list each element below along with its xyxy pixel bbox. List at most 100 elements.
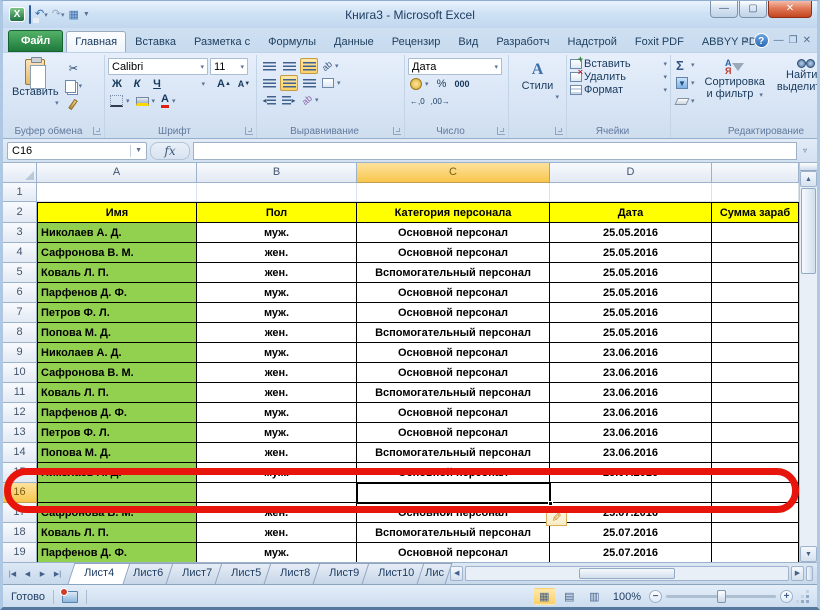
- cell-D12[interactable]: 23.06.2016: [550, 403, 712, 423]
- row-header-10[interactable]: 10: [3, 363, 37, 383]
- cell-C12[interactable]: Основной персонал: [357, 403, 550, 423]
- cell-C5[interactable]: Вспомогательный персонал: [357, 263, 550, 283]
- tab-view[interactable]: Вид: [449, 31, 487, 52]
- cell-B12[interactable]: муж.: [197, 403, 357, 423]
- font-color-button[interactable]: А▾: [159, 93, 177, 109]
- cell-A4[interactable]: Сафронова В. М.: [37, 243, 197, 263]
- select-all-corner[interactable]: [3, 163, 37, 183]
- save-button[interactable]: [29, 6, 31, 24]
- sort-filter-button[interactable]: АЯ Сортировкаи фильтр ▾: [701, 57, 769, 109]
- zoom-in-button[interactable]: +: [780, 590, 793, 603]
- cell-A10[interactable]: Сафронова В. М.: [37, 363, 197, 383]
- increase-decimal-button[interactable]: ←,0: [408, 93, 427, 109]
- copy-button[interactable]: ▾: [63, 78, 85, 94]
- tab-split-handle[interactable]: [806, 566, 813, 581]
- cell-B1[interactable]: [197, 183, 357, 202]
- alignment-dialog-launcher-icon[interactable]: [393, 127, 401, 135]
- cell-B11[interactable]: жен.: [197, 383, 357, 403]
- cell-B13[interactable]: муж.: [197, 423, 357, 443]
- close-button[interactable]: ✕: [768, 1, 812, 18]
- cell-A12[interactable]: Парфенов Д. Ф.: [37, 403, 197, 423]
- cell-E13[interactable]: [712, 423, 799, 443]
- currency-button[interactable]: ▾: [408, 76, 431, 92]
- clipboard-dialog-launcher-icon[interactable]: [93, 127, 101, 135]
- row-header-2[interactable]: 2: [3, 202, 37, 223]
- tab-insert[interactable]: Вставка: [126, 31, 185, 52]
- zoom-slider[interactable]: [666, 595, 776, 598]
- font-size-combo[interactable]: 11▾: [210, 58, 248, 75]
- align-right-button[interactable]: [300, 75, 318, 91]
- zoom-slider-thumb[interactable]: [717, 590, 726, 603]
- cell-A5[interactable]: Коваль Л. П.: [37, 263, 197, 283]
- qat-customize-icon[interactable]: ▼: [83, 11, 90, 18]
- undo-dropdown-icon[interactable]: ▾: [44, 12, 48, 19]
- tab-page-layout[interactable]: Разметка с: [185, 31, 259, 52]
- cell-D18[interactable]: 25.07.2016: [550, 523, 712, 543]
- cell-E6[interactable]: [712, 283, 799, 303]
- cell-D7[interactable]: 25.05.2016: [550, 303, 712, 323]
- cell-C9[interactable]: Основной персонал: [357, 343, 550, 363]
- number-format-combo[interactable]: Дата▾: [408, 58, 502, 75]
- underline-dropdown-icon[interactable]: ▾: [198, 80, 205, 88]
- comma-style-button[interactable]: 000: [453, 76, 472, 92]
- qat-custom-button[interactable]: ▦: [68, 8, 78, 21]
- percent-button[interactable]: %: [433, 76, 451, 92]
- redo-dropdown-icon[interactable]: ▾: [61, 12, 65, 19]
- vertical-split-handle[interactable]: [800, 163, 817, 171]
- scroll-up-button[interactable]: ▲: [800, 171, 817, 187]
- cell-A8[interactable]: Попова М. Д.: [37, 323, 197, 343]
- cell-D13[interactable]: 23.06.2016: [550, 423, 712, 443]
- cell-E14[interactable]: [712, 443, 799, 463]
- tab-add-ins[interactable]: Надстрой: [559, 31, 626, 52]
- borders-button[interactable]: ▾: [108, 93, 132, 109]
- cell-C6[interactable]: Основной персонал: [357, 283, 550, 303]
- column-header-C[interactable]: C: [357, 163, 550, 183]
- format-painter-button[interactable]: [63, 96, 85, 112]
- align-left-button[interactable]: [260, 75, 278, 91]
- tab-review[interactable]: Рецензир: [383, 31, 450, 52]
- collapse-ribbon-icon[interactable]: ▵: [744, 35, 749, 46]
- row-header-7[interactable]: 7: [3, 303, 37, 323]
- wrap-text-button[interactable]: ab▾: [300, 92, 321, 108]
- align-middle-button[interactable]: [280, 58, 298, 74]
- cell-A6[interactable]: Парфенов Д. Ф.: [37, 283, 197, 303]
- cell-C8[interactable]: Вспомогательный персонал: [357, 323, 550, 343]
- row-header-4[interactable]: 4: [3, 243, 37, 263]
- cell-D9[interactable]: 23.06.2016: [550, 343, 712, 363]
- horizontal-scrollbar[interactable]: [465, 566, 789, 581]
- increase-indent-button[interactable]: ▸: [280, 92, 298, 108]
- column-header-B[interactable]: B: [197, 163, 357, 183]
- scroll-left-button[interactable]: ◀: [450, 566, 463, 581]
- cell-E10[interactable]: [712, 363, 799, 383]
- cut-button[interactable]: ✂: [63, 60, 85, 76]
- row-header-6[interactable]: 6: [3, 283, 37, 303]
- column-header-A[interactable]: A: [37, 163, 197, 183]
- cell-C10[interactable]: Основной персонал: [357, 363, 550, 383]
- scroll-down-button[interactable]: ▼: [800, 546, 817, 562]
- fill-color-button[interactable]: ▾: [134, 93, 158, 109]
- redo-button[interactable]: ↷▾: [52, 7, 65, 23]
- cell-B2[interactable]: Пол: [197, 202, 357, 223]
- cell-B3[interactable]: муж.: [197, 223, 357, 243]
- cell-B4[interactable]: жен.: [197, 243, 357, 263]
- cell-B14[interactable]: жен.: [197, 443, 357, 463]
- cell-E5[interactable]: [712, 263, 799, 283]
- cell-E1[interactable]: [712, 183, 799, 202]
- minimize-button[interactable]: —: [710, 1, 738, 18]
- format-cells-button[interactable]: Формат▾: [570, 84, 667, 96]
- align-bottom-button[interactable]: [300, 58, 318, 74]
- scroll-right-button[interactable]: ▶: [791, 566, 804, 581]
- zoom-level-text[interactable]: 100%: [609, 591, 645, 603]
- cell-C18[interactable]: Вспомогательный персонал: [357, 523, 550, 543]
- resize-grip[interactable]: [797, 591, 809, 603]
- cell-E12[interactable]: [712, 403, 799, 423]
- macro-record-icon[interactable]: [62, 591, 78, 603]
- page-layout-view-button[interactable]: ▤: [559, 588, 580, 605]
- find-select-button[interactable]: Найти ивыделить ▾: [773, 57, 820, 109]
- cell-C3[interactable]: Основной персонал: [357, 223, 550, 243]
- cell-A1[interactable]: [37, 183, 197, 202]
- cell-B10[interactable]: жен.: [197, 363, 357, 383]
- cell-A18[interactable]: Коваль Л. П.: [37, 523, 197, 543]
- row-header-1[interactable]: 1: [3, 183, 37, 202]
- row-header-11[interactable]: 11: [3, 383, 37, 403]
